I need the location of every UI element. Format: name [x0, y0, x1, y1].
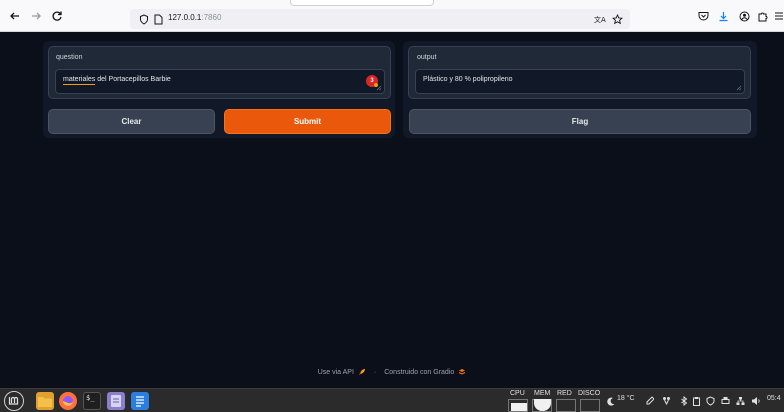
- temperature-text[interactable]: 18 °C: [617, 395, 635, 402]
- question-block: question materiales del Portacepillos Ba…: [48, 46, 391, 99]
- extensions-icon[interactable]: [756, 10, 768, 22]
- svg-text:文A: 文A: [594, 15, 606, 24]
- address-bar[interactable]: 127.0.0.1:7860 文A: [130, 9, 630, 29]
- flag-button[interactable]: Flag: [409, 109, 751, 134]
- net-graph: [556, 399, 576, 412]
- url-port: :7860: [201, 13, 222, 22]
- shield-tray-icon[interactable]: [706, 396, 715, 406]
- arrow-right-icon: [32, 12, 41, 20]
- question-label: question: [56, 54, 83, 61]
- page-icon[interactable]: [152, 13, 164, 25]
- clock-text[interactable]: 05:4: [767, 395, 781, 402]
- files-folder-icon[interactable]: [36, 392, 54, 410]
- footer-separator: ·: [373, 368, 377, 376]
- menu-icon[interactable]: [773, 10, 784, 22]
- gradio-logo-icon: [459, 369, 466, 375]
- disk-meter-label: DISCO: [578, 390, 601, 397]
- volume-icon[interactable]: [751, 396, 761, 406]
- cpu-meter-label: CPU: [510, 390, 525, 397]
- network-tray-icon[interactable]: [662, 396, 671, 406]
- pen-icon[interactable]: [645, 396, 654, 406]
- terminal-icon[interactable]: $_: [83, 392, 101, 410]
- printer-icon[interactable]: [721, 396, 730, 406]
- submit-button[interactable]: Submit: [224, 109, 391, 134]
- terminal-prompt: $_: [86, 394, 95, 402]
- account-icon[interactable]: [738, 10, 750, 22]
- clipboard-icon[interactable]: [692, 396, 701, 406]
- output-block: output Plástico y 80 % polipropileno: [408, 46, 751, 99]
- output-label: output: [417, 54, 437, 61]
- cpu-graph: [508, 399, 528, 412]
- gradio-link[interactable]: Construido con Gradio: [384, 369, 454, 376]
- net-meter-label: RED: [557, 390, 572, 397]
- shield-icon[interactable]: [138, 13, 150, 25]
- text-editor-icon[interactable]: [107, 392, 125, 410]
- lan-icon[interactable]: [736, 396, 745, 406]
- rocket-icon: [358, 369, 365, 375]
- browser-toolbar: 127.0.0.1:7860 文A: [0, 0, 784, 32]
- bluetooth-icon[interactable]: [680, 396, 688, 406]
- question-text-highlight: materiales: [63, 76, 96, 85]
- question-text: materiales del Portacepillos Barbie: [63, 76, 171, 85]
- mem-meter-label: MEM: [534, 390, 551, 397]
- browser-tab[interactable]: [290, 0, 434, 6]
- firefox-icon[interactable]: [59, 392, 77, 410]
- mint-menu-icon[interactable]: [4, 391, 24, 411]
- api-link[interactable]: Use via API: [318, 369, 354, 376]
- forward-button[interactable]: [29, 9, 43, 23]
- mem-graph: [532, 399, 552, 412]
- weather-moon-icon[interactable]: [607, 397, 615, 406]
- downloads-icon[interactable]: [717, 10, 729, 22]
- clear-button[interactable]: Clear: [48, 109, 215, 134]
- question-text-rest: del Portacepillos Barbie: [95, 76, 171, 83]
- pocket-icon[interactable]: [697, 10, 709, 22]
- disk-graph: [580, 399, 600, 412]
- url-host: 127.0.0.1: [168, 13, 202, 22]
- translate-icon[interactable]: 文A: [594, 13, 606, 25]
- reload-button[interactable]: [50, 9, 64, 23]
- bookmark-star-icon[interactable]: [611, 13, 623, 25]
- footer: Use via API · Construido con Gradio: [0, 368, 784, 376]
- reload-icon: [52, 11, 62, 21]
- question-input[interactable]: materiales del Portacepillos Barbie: [55, 69, 385, 94]
- badge-status-dot: [374, 83, 378, 87]
- output-textbox[interactable]: Plástico y 80 % polipropileno: [415, 69, 745, 94]
- resize-handle-icon[interactable]: [736, 85, 742, 91]
- notes-app-icon[interactable]: [131, 392, 149, 410]
- taskbar: $_ CPU MEM RED DISCO 18 °C 05:4: [0, 388, 784, 412]
- url-text[interactable]: 127.0.0.1:7860: [168, 13, 221, 22]
- arrow-left-icon: [10, 12, 19, 20]
- output-text: Plástico y 80 % polipropileno: [423, 76, 513, 83]
- back-button[interactable]: [8, 9, 22, 23]
